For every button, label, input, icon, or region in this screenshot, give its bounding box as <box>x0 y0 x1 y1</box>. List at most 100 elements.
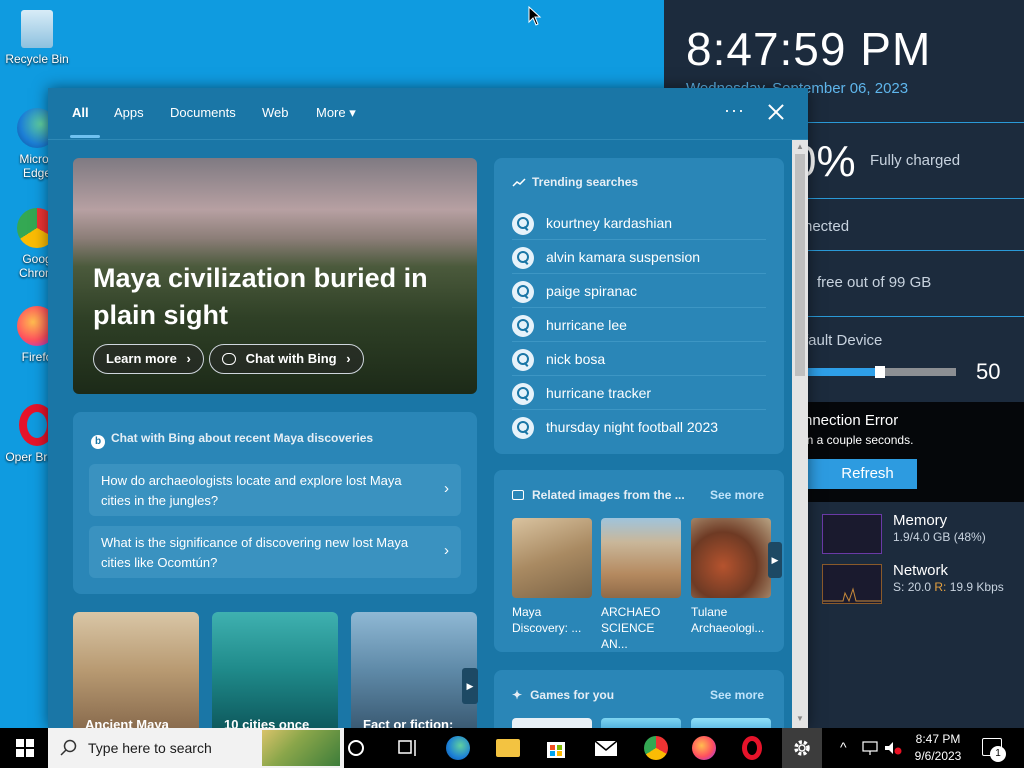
network-tray-icon[interactable] <box>862 740 880 756</box>
trending-item[interactable]: nick bosa <box>512 342 766 376</box>
related-image-caption[interactable]: Maya Discovery: ... <box>512 604 594 636</box>
task-view-icon[interactable] <box>396 736 420 760</box>
battery-status: Fully charged <box>870 152 961 169</box>
notification-badge: 1 <box>990 746 1006 762</box>
chat-question[interactable]: How do archaeologists locate and explore… <box>89 464 461 516</box>
image-icon <box>512 490 524 500</box>
trending-item[interactable]: hurricane lee <box>512 308 766 342</box>
related-image-thumbnail[interactable] <box>512 518 592 598</box>
close-button[interactable] <box>766 102 786 122</box>
chat-with-bing-card: b Chat with Bing about recent Maya discov… <box>73 412 477 594</box>
mail-icon[interactable] <box>594 736 618 760</box>
more-options-icon[interactable]: ··· <box>724 100 745 121</box>
news-tile-title: Fact or fiction: <box>363 717 454 728</box>
games-card: ✦ Games for you See more <box>494 670 784 728</box>
memory-label: Memory <box>893 512 948 529</box>
edge-taskbar-icon[interactable] <box>446 736 470 760</box>
search-placeholder: Type here to search <box>88 740 212 756</box>
taskbar-clock[interactable]: 8:47 PM 9/6/2023 <box>906 731 970 765</box>
news-tile[interactable]: 10 cities once <box>212 612 338 728</box>
game-thumbnail[interactable] <box>601 718 681 728</box>
scroll-down-icon[interactable]: ▼ <box>796 714 804 723</box>
chevron-right-icon: › <box>444 542 449 559</box>
games-see-more-link[interactable]: See more <box>710 688 764 702</box>
games-icon: ✦ <box>512 688 523 702</box>
clock-time: 8:47 PM <box>915 732 961 746</box>
desktop-icon-label: Recycle Bin <box>5 52 69 66</box>
chat-header: b Chat with Bing about recent Maya discov… <box>91 431 373 449</box>
trending-item-text: thursday night football 2023 <box>546 419 719 435</box>
hero-card[interactable]: Maya civilization buried in plain sight … <box>73 158 477 394</box>
related-images-header: Related images from the ... <box>512 488 685 502</box>
mouse-cursor-icon <box>528 6 542 26</box>
network-receive-value: 19.9 Kbps <box>949 580 1004 594</box>
chat-with-bing-button[interactable]: Chat with Bing › <box>209 344 364 374</box>
taskbar-search-box[interactable]: Type here to search <box>48 728 344 768</box>
game-thumbnail[interactable] <box>691 718 771 728</box>
tab-more[interactable]: More ▾ <box>316 105 356 121</box>
firefox-taskbar-icon[interactable] <box>692 736 716 760</box>
trending-item-text: alvin kamara suspension <box>546 249 701 265</box>
related-image-caption[interactable]: Tulane Archaeologi... <box>691 604 773 636</box>
trending-item[interactable]: kourtney kardashian <box>512 206 766 240</box>
hero-title: Maya civilization buried in plain sight <box>93 263 428 330</box>
store-icon[interactable] <box>544 736 568 760</box>
trending-item-text: nick bosa <box>546 351 606 367</box>
start-button[interactable] <box>0 728 48 768</box>
news-tile[interactable]: Fact or fiction: <box>351 612 477 728</box>
news-tile-title: 10 cities once <box>224 717 310 728</box>
game-thumbnail[interactable] <box>512 718 592 728</box>
cortana-icon[interactable] <box>348 740 364 756</box>
scroll-up-icon[interactable]: ▲ <box>796 142 804 151</box>
volume-slider[interactable] <box>804 366 956 378</box>
tab-documents[interactable]: Documents <box>170 105 236 120</box>
file-explorer-icon[interactable] <box>496 739 520 757</box>
flyout-scrollbar[interactable]: ▲ ▼ <box>792 140 808 728</box>
next-arrow-icon[interactable]: ▶ <box>768 542 782 578</box>
next-arrow-icon[interactable]: ▶ <box>462 668 478 704</box>
learn-more-button[interactable]: Learn more › <box>93 344 204 374</box>
games-header: ✦ Games for you <box>512 688 614 702</box>
volume-value: 50 <box>976 359 1001 384</box>
search-icon <box>512 213 534 235</box>
tray-overflow-icon[interactable]: ^ <box>840 739 847 755</box>
search-icon <box>512 281 534 303</box>
trending-item[interactable]: thursday night football 2023 <box>512 410 766 444</box>
chat-with-bing-label: Chat with Bing <box>245 351 337 366</box>
active-tab-indicator <box>70 135 100 138</box>
tab-all[interactable]: All <box>72 105 89 120</box>
chat-question-text: What is the significance of discovering … <box>101 535 409 570</box>
chevron-right-icon: › <box>444 480 449 497</box>
refresh-button[interactable]: Refresh <box>804 459 917 489</box>
opera-taskbar-icon[interactable] <box>742 736 762 760</box>
settings-taskbar-button[interactable] <box>782 728 822 768</box>
news-tile[interactable]: Ancient Maya <box>73 612 199 728</box>
network-label: Network <box>893 562 949 579</box>
scrollbar-thumb[interactable] <box>795 154 805 376</box>
search-flyout: All Apps Documents Web More ▾ ··· Maya c… <box>48 88 808 728</box>
network-graph <box>822 564 882 604</box>
related-image-caption[interactable]: ARCHAEO SCIENCE AN... <box>601 604 683 652</box>
related-image-thumbnail[interactable] <box>691 518 771 598</box>
volume-muted-icon[interactable] <box>884 740 902 756</box>
network-send-value: 20.0 <box>907 580 932 594</box>
windows-logo-icon <box>16 739 34 757</box>
chat-question[interactable]: What is the significance of discovering … <box>89 526 461 578</box>
trending-item[interactable]: alvin kamara suspension <box>512 240 766 274</box>
search-icon <box>512 315 534 337</box>
volume-slider-knob[interactable] <box>875 366 885 378</box>
trending-icon <box>512 178 526 187</box>
tab-web[interactable]: Web <box>262 105 289 120</box>
network-graph-line <box>823 587 881 603</box>
clock-date: 9/6/2023 <box>914 749 962 763</box>
related-image-thumbnail[interactable] <box>601 518 681 598</box>
trending-item-text: kourtney kardashian <box>546 215 673 231</box>
trending-item[interactable]: hurricane tracker <box>512 376 766 410</box>
tab-apps[interactable]: Apps <box>114 105 144 120</box>
memory-graph <box>822 514 882 554</box>
desktop-icon-recycle-bin[interactable]: Recycle Bin <box>4 10 70 66</box>
trending-header: Trending searches <box>512 175 638 189</box>
chrome-taskbar-icon[interactable] <box>644 736 668 760</box>
see-more-link[interactable]: See more <box>710 488 764 502</box>
trending-item[interactable]: paige spiranac <box>512 274 766 308</box>
